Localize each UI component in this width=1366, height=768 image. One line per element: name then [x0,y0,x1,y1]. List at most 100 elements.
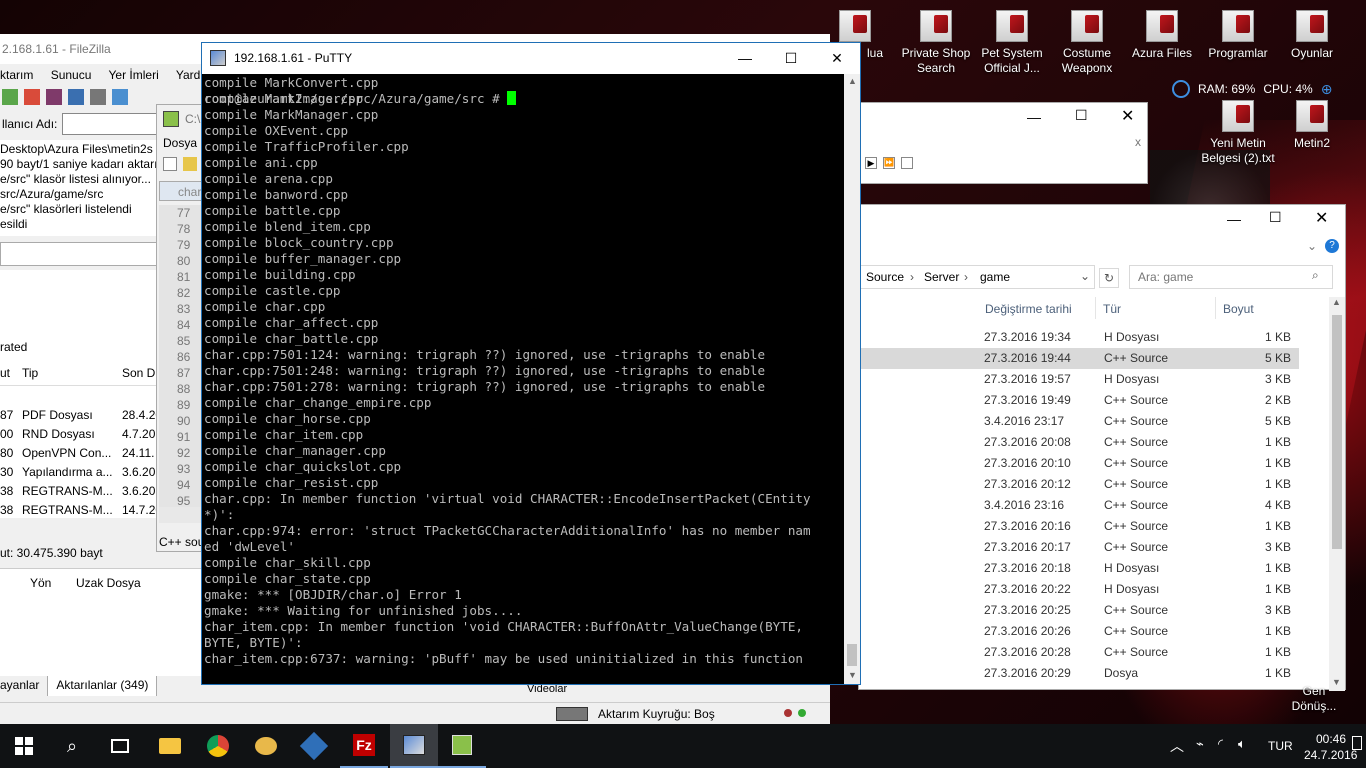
file-row[interactable]: 87 PDF Dosyası 28.4.20 [0,408,162,426]
desktop-icon-azura-files[interactable]: Azura Files [1124,10,1200,61]
refresh-icon[interactable]: ↻ [1099,268,1119,288]
search-icon[interactable]: ⌕ [48,724,96,768]
toolbar-icon[interactable] [163,157,177,171]
vertical-scrollbar[interactable]: ▲ ▼ [1329,297,1345,691]
file-row[interactable]: 27.3.2016 20:12 C++ Source 1 KB [859,474,1299,495]
file-row[interactable]: 27.3.2016 20:16 C++ Source 1 KB [859,516,1299,537]
notepad-menu-file[interactable]: Dosya [163,136,197,150]
desktop-icon-costume-weaponx[interactable]: Costume Weaponx [1049,10,1125,76]
chevron-down-icon[interactable]: ⌄ [1307,239,1317,253]
local-path-bar[interactable] [0,242,160,266]
desktop-icon-metin2[interactable]: Metin2 [1274,100,1350,151]
filezilla-icon[interactable]: Fz [340,724,388,768]
scrollbar-thumb[interactable] [1332,315,1342,549]
address-bar[interactable]: Source › Server › game ⌄ [859,265,1095,289]
toolbar-icon[interactable] [183,157,197,171]
scroll-up-icon[interactable]: ▲ [1332,297,1341,307]
toolbar-icon[interactable] [68,89,84,105]
task-view-icon[interactable] [96,724,144,768]
search-box[interactable]: Ara: game ⌕ [1129,265,1333,289]
file-row[interactable]: 80 OpenVPN Con... 24.11. [0,446,160,464]
search-icon[interactable]: ⌕ [1312,268,1319,283]
desktop-icon-oyunlar[interactable]: Oyunlar [1274,10,1350,61]
chrome-icon[interactable] [194,724,242,768]
column-date[interactable]: Son D [122,366,155,380]
partial-desktop-label[interactable]: Gen Dönüş... [1284,684,1344,714]
scrollbar-thumb[interactable] [847,644,857,666]
file-row[interactable]: 3.4.2016 23:16 C++ Source 4 KB [859,495,1299,516]
file-row[interactable]: 27.3.2016 20:08 C++ Source 1 KB [859,432,1299,453]
file-row[interactable]: 27.3.2016 20:17 C++ Source 3 KB [859,537,1299,558]
show-hidden-icons-icon[interactable]: ︿ [1170,736,1184,756]
notepad-plus-icon[interactable] [438,724,486,768]
file-row[interactable]: 38 REGTRANS-M... 14.7.20 [0,503,162,521]
minimize-button[interactable]: — [722,43,768,73]
shell-prompt[interactable]: root@azuramt2:/usr/src/Azura/game/src # [204,91,845,107]
column-size[interactable]: ut [0,366,10,380]
file-row[interactable]: 38 REGTRANS-M... 3.6.20 [0,484,160,502]
breadcrumb-server[interactable]: Server [924,270,959,284]
hamster-icon[interactable] [242,724,290,768]
file-row[interactable]: 27.3.2016 19:34 H Dosyası 1 KB [859,327,1299,348]
play-icon[interactable]: ▶ [865,157,877,169]
menu-bookmarks[interactable]: Yer İmleri [109,68,159,82]
desktop-icon-pet-system[interactable]: Pet System Official J... [974,10,1050,76]
close-button[interactable]: ✕ [814,43,860,73]
tab-failed[interactable]: ayanlar [0,676,49,696]
file-row[interactable]: 27.3.2016 20:22 H Dosyası 1 KB [859,579,1299,600]
column-date-modified[interactable]: Değiştirme tarihi [985,302,1072,316]
terminal-scrollbar[interactable]: ▲ ▼ [844,74,860,684]
tab-successful[interactable]: Aktarılanlar (349) [48,676,158,696]
putty-icon[interactable] [390,724,438,768]
maximize-icon[interactable]: ☐ [1269,209,1282,226]
column-type[interactable]: Tür [1103,302,1121,316]
breadcrumb-game[interactable]: game [980,270,1010,284]
input-language[interactable]: TUR [1268,739,1293,753]
file-row[interactable]: 27.3.2016 20:18 H Dosyası 1 KB [859,558,1299,579]
file-row[interactable]: 27.3.2016 20:28 C++ Source 1 KB [859,642,1299,663]
desktop-icon-yeni-metin-belgesi[interactable]: Yeni Metin Belgesi (2).txt [1196,100,1280,166]
toolbar-icon[interactable] [2,89,18,105]
file-row[interactable]: 00 RND Dosyası 4.7.20 [0,427,160,445]
column-direction[interactable]: Yön [30,576,51,590]
menu-transfer[interactable]: ktarım [0,68,33,82]
terminal-output[interactable]: compile MarkConvert.cpp compile MarkImage… [202,74,845,684]
chevron-down-icon[interactable]: ⌄ [1080,269,1090,283]
file-explorer-icon[interactable] [146,724,194,768]
maximize-button[interactable]: ☐ [768,43,814,73]
column-type[interactable]: Tip [22,366,38,380]
file-row[interactable]: 27.3.2016 19:49 C++ Source 2 KB [859,390,1299,411]
add-icon[interactable]: ⊕ [1321,81,1333,98]
username-field[interactable] [62,113,158,135]
file-row[interactable]: 27.3.2016 20:26 C++ Source 1 KB [859,621,1299,642]
scroll-down-icon[interactable]: ▼ [848,670,857,680]
column-size[interactable]: Boyut [1223,302,1254,316]
fast-forward-icon[interactable]: ⏩ [883,157,895,169]
menu-server[interactable]: Sunucu [51,68,92,82]
close-icon[interactable]: x [1135,135,1141,149]
toolbar-icon[interactable] [112,89,128,105]
file-row[interactable]: 27.3.2016 20:10 C++ Source 1 KB [859,453,1299,474]
file-row[interactable]: 30 Yapılandırma a... 3.6.20 [0,465,160,483]
file-row[interactable]: 27.3.2016 20:29 Dosya 1 KB [859,663,1299,684]
notification-icon[interactable] [1352,736,1362,750]
wifi-icon[interactable]: ◜ [1218,736,1223,752]
putty-titlebar[interactable]: 192.168.1.61 - PuTTY — ☐ ✕ [202,43,860,73]
toolbar-icon[interactable] [90,89,106,105]
volume-icon[interactable]: 🔈︎ [1238,736,1246,752]
maximize-icon[interactable]: ☐ [1075,107,1088,124]
clock-date[interactable]: 24.7.2016 [1304,748,1357,762]
help-icon[interactable]: ? [1325,239,1339,253]
virtualbox-icon[interactable] [290,724,338,768]
desktop-icon-programlar[interactable]: Programlar [1200,10,1276,61]
minimize-icon[interactable]: — [1027,109,1041,125]
minimize-icon[interactable]: — [1227,211,1241,227]
toolbar-icon[interactable] [24,89,40,105]
start-icon[interactable] [0,724,48,768]
file-row[interactable]: 27.3.2016 19:57 H Dosyası 3 KB [859,369,1299,390]
grid-icon[interactable] [901,157,913,169]
toolbar-icon[interactable] [46,89,62,105]
breadcrumb-source[interactable]: Source [866,270,904,284]
file-row[interactable]: 27.3.2016 20:25 C++ Source 3 KB [859,600,1299,621]
network-icon[interactable]: ⌁ [1196,736,1204,752]
